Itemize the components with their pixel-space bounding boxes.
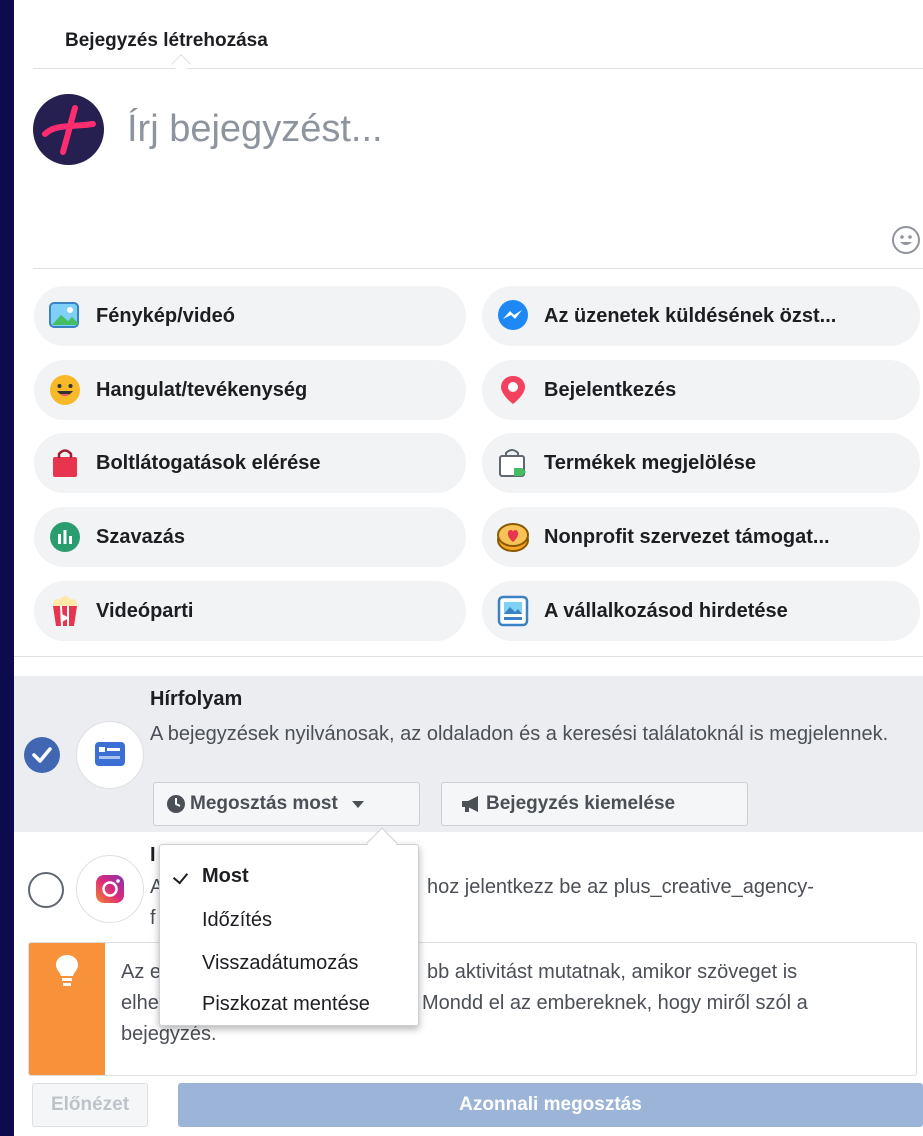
caret-down-icon (351, 801, 364, 808)
popcorn-icon (48, 594, 82, 628)
menu-item-label: Most (202, 864, 249, 887)
option-support-nonprofit[interactable]: Nonprofit szervezet támogat... (482, 507, 920, 567)
plus-logo-icon (42, 105, 96, 155)
option-label: Videóparti (96, 599, 194, 622)
option-feeling-activity[interactable]: Hangulat/tevékenység (34, 360, 466, 420)
boost-post-label: Bejegyzés kiemelése (486, 793, 676, 814)
option-label: Hangulat/tevékenység (96, 378, 308, 401)
option-advertise[interactable]: A vállalkozásod hirdetése (482, 581, 920, 641)
boost-post-button[interactable]: Bejegyzés kiemelése (441, 782, 748, 826)
news-feed-icon (95, 742, 125, 766)
instagram-title: I (150, 844, 156, 866)
option-label: Bejelentkezés (544, 378, 677, 401)
shopping-bag-icon (48, 446, 82, 480)
news-feed-title: Hírfolyam (150, 688, 243, 710)
news-feed-checkbox[interactable] (24, 737, 60, 773)
news-feed-description: A bejegyzések nyilvánosak, az oldaladon … (150, 723, 889, 745)
photo-video-icon (48, 299, 82, 333)
option-label: Az üzenetek küldésének özst... (544, 304, 837, 327)
option-tag-products[interactable]: Termékek megjelölése (482, 433, 920, 493)
option-label: Boltlátogatások elérése (96, 451, 321, 474)
megaphone-icon (462, 796, 478, 812)
page-avatar[interactable] (33, 94, 104, 165)
location-pin-icon (496, 373, 530, 407)
option-store-visits[interactable]: Boltlátogatások elérése (34, 433, 466, 493)
tip-line2-start: elhe (121, 992, 159, 1014)
post-text-input[interactable]: Írj bejegyzést... (127, 108, 383, 151)
tip-line1-end: bb aktivitást mutatnak, amikor szöveget … (427, 961, 798, 983)
menu-item-schedule[interactable]: Időzítés (160, 900, 418, 940)
instagram-desc-wrap: f (150, 907, 156, 929)
options-divider (14, 656, 923, 657)
option-poll[interactable]: Szavazás (34, 507, 466, 567)
share-now-dropdown[interactable]: Megosztás most (153, 782, 420, 826)
product-tag-icon (496, 446, 530, 480)
instagram-radio[interactable] (28, 872, 64, 908)
tab-notch (171, 54, 191, 74)
check-icon (32, 747, 52, 763)
instagram-desc-visible: hoz jelentkezz be az plus_creative_agenc… (427, 876, 814, 898)
menu-item-now[interactable]: Most (160, 856, 418, 896)
smiley-icon (48, 373, 82, 407)
title-divider (33, 68, 923, 69)
checkmark-icon (172, 868, 189, 885)
composer-divider (33, 268, 923, 269)
menu-item-label: Időzítés (202, 908, 273, 931)
option-messenger[interactable]: Az üzenetek küldésének özst... (482, 286, 920, 346)
composer-title[interactable]: Bejegyzés létrehozása (65, 30, 268, 52)
emoji-icon[interactable] (892, 226, 920, 254)
heart-coin-icon (496, 520, 530, 554)
instagram-icon (96, 875, 124, 903)
messenger-icon (496, 299, 530, 333)
share-options-menu: Most Időzítés Visszadátumozás Piszkozat … (159, 844, 419, 1026)
create-post-panel: Bejegyzés létrehozása Írj bejegyzést... … (14, 0, 923, 1136)
option-label: Termékek megjelölése (544, 451, 756, 474)
option-watch-party[interactable]: Videóparti (34, 581, 466, 641)
news-feed-icon-circle (76, 721, 144, 789)
option-label: Fénykép/videó (96, 304, 235, 327)
lightbulb-icon (56, 955, 78, 986)
menu-item-label: Visszadátumozás (202, 951, 359, 974)
clock-icon (167, 795, 185, 813)
tip-accent-bar (29, 943, 105, 1075)
option-label: Nonprofit szervezet támogat... (544, 525, 830, 548)
instagram-icon-circle (76, 855, 144, 923)
share-now-label: Megosztás most (190, 793, 338, 814)
tip-line3: bejegyzés. (121, 1023, 217, 1045)
preview-button[interactable]: Előnézet (32, 1083, 148, 1127)
tip-line1-start: Az e (121, 961, 162, 983)
option-label: A vállalkozásod hirdetése (544, 599, 788, 622)
menu-item-save-draft[interactable]: Piszkozat mentése (160, 984, 418, 1024)
advertise-icon (496, 594, 530, 628)
option-label: Szavazás (96, 525, 185, 548)
menu-item-backdate[interactable]: Visszadátumozás (160, 943, 418, 983)
menu-item-label: Piszkozat mentése (202, 992, 370, 1015)
poll-icon (48, 520, 82, 554)
tip-line2-end: Mondd el az embereknek, hogy miről szól … (422, 992, 808, 1014)
share-now-button[interactable]: Azonnali megosztás (178, 1083, 923, 1127)
option-photo-video[interactable]: Fénykép/videó (34, 286, 466, 346)
option-check-in[interactable]: Bejelentkezés (482, 360, 920, 420)
